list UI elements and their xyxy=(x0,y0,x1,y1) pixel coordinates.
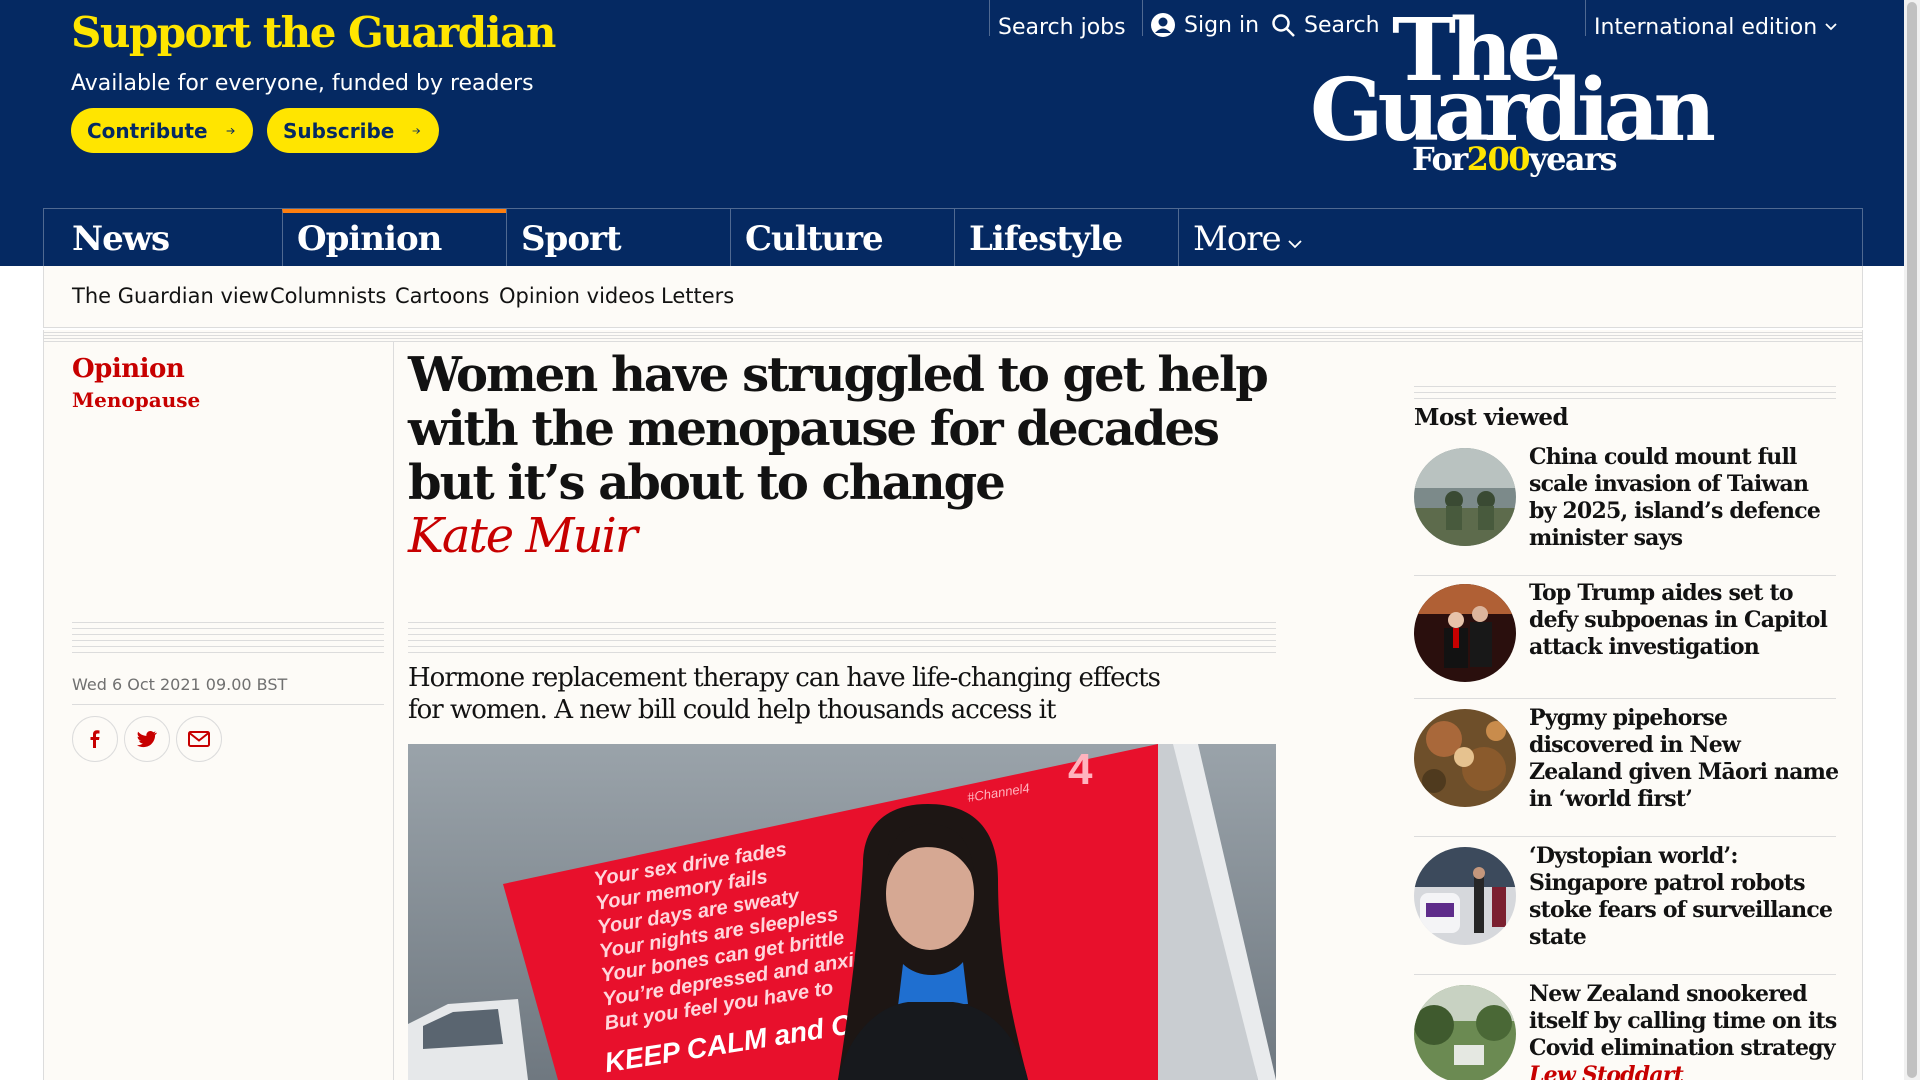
most-viewed-title: Most viewed xyxy=(1414,404,1569,431)
share-twitter-button[interactable] xyxy=(124,716,170,762)
subnav-guardian-view[interactable]: The Guardian view xyxy=(72,284,269,308)
most-viewed-headline: ‘Dystopian world’: Singapore patrol robo… xyxy=(1529,843,1833,950)
article-page: Opinion Menopause Wed 6 Oct 2021 09.00 B… xyxy=(43,342,1863,1080)
scrollbar[interactable] xyxy=(1904,0,1920,1080)
contribute-label: Contribute xyxy=(87,118,208,143)
divider xyxy=(408,622,1276,658)
divider xyxy=(43,330,1863,342)
thumbnail xyxy=(1414,448,1516,546)
sign-in-link[interactable]: Sign in xyxy=(1150,8,1259,42)
subscribe-label: Subscribe xyxy=(283,118,395,143)
divider xyxy=(72,622,384,658)
channel4-logo: 4 xyxy=(1068,745,1093,794)
most-viewed-item[interactable]: China could mount full scale invasion of… xyxy=(1414,444,1836,582)
most-viewed-headline: New Zealand snookered itself by calling … xyxy=(1529,981,1839,1080)
logo-for-200-years: For200years xyxy=(1412,140,1618,178)
pillar-nav: News Opinion Sport Culture Lifestyle Mor… xyxy=(43,208,1863,267)
arrow-right-icon xyxy=(226,127,235,134)
most-viewed-headline: Pygmy pipehorse discovered in New Zealan… xyxy=(1529,705,1839,812)
email-icon xyxy=(188,731,210,747)
thumbnail xyxy=(1414,584,1516,682)
divider xyxy=(1414,386,1836,400)
most-viewed-item[interactable]: New Zealand snookered itself by calling … xyxy=(1414,974,1839,1080)
divider xyxy=(72,704,384,705)
section-label[interactable]: Opinion xyxy=(72,354,185,384)
thumbnail xyxy=(1414,709,1516,807)
support-title: Support the Guardian xyxy=(71,8,556,57)
nav-news[interactable]: News xyxy=(44,209,268,267)
share-email-button[interactable] xyxy=(176,716,222,762)
most-viewed-item[interactable]: ‘Dystopian world’: Singapore patrol robo… xyxy=(1414,836,1836,974)
scrollbar-thumb[interactable] xyxy=(1907,2,1917,1078)
nav-lifestyle[interactable]: Lifestyle xyxy=(954,209,1178,267)
hero-image[interactable]: Your sex drive fades Your memory fails Y… xyxy=(408,744,1276,1080)
thumbnail xyxy=(1414,847,1516,945)
chevron-down-icon xyxy=(1825,23,1837,31)
standfirst: Hormone replacement therapy can have lif… xyxy=(408,663,1161,725)
twitter-icon xyxy=(137,731,157,748)
most-viewed-item[interactable]: Top Trump aides set to defy subpoenas in… xyxy=(1414,575,1836,699)
most-viewed-headline-text: New Zealand snookered itself by calling … xyxy=(1529,981,1837,1061)
article-headline: Women have struggled to get help with th… xyxy=(408,347,1269,511)
nav-culture[interactable]: Culture xyxy=(730,209,954,267)
hero-photo: Your sex drive fades Your memory fails Y… xyxy=(408,744,1276,1080)
nav-more[interactable]: More xyxy=(1178,209,1402,267)
divider xyxy=(393,342,394,1080)
author-byline[interactable]: Kate Muir xyxy=(408,508,638,564)
contribute-button[interactable]: Contribute xyxy=(71,108,253,153)
nav-more-label: More xyxy=(1193,219,1282,259)
search-jobs-link[interactable]: Search jobs xyxy=(998,10,1126,44)
subnav-letters[interactable]: Letters xyxy=(661,284,734,308)
chevron-down-icon xyxy=(1288,240,1302,249)
sign-in-label: Sign in xyxy=(1184,12,1260,38)
facebook-icon xyxy=(90,730,100,748)
article-meta-column: Opinion Menopause Wed 6 Oct 2021 09.00 B… xyxy=(44,342,393,1080)
most-viewed-byline: Lew Stoddart xyxy=(1529,1062,1684,1080)
nav-opinion[interactable]: Opinion xyxy=(282,209,506,267)
subnav-opinion-videos[interactable]: Opinion videos xyxy=(499,284,655,308)
separator xyxy=(1142,0,1143,36)
most-viewed-headline: Top Trump aides set to defy subpoenas in… xyxy=(1529,580,1828,660)
share-facebook-button[interactable] xyxy=(72,716,118,762)
opinion-subnav: The Guardian view Columnists Cartoons Op… xyxy=(43,266,1863,328)
subnav-cartoons[interactable]: Cartoons xyxy=(395,284,489,308)
masthead: Support the Guardian Available for every… xyxy=(0,0,1904,267)
guardian-logo[interactable]: The Guardian For200years xyxy=(1310,8,1740,188)
dateline: Wed 6 Oct 2021 09.00 BST xyxy=(72,675,288,694)
subscribe-button[interactable]: Subscribe xyxy=(267,108,439,153)
support-subtitle: Available for everyone, funded by reader… xyxy=(71,71,534,96)
series-label[interactable]: Menopause xyxy=(72,388,200,412)
nav-sport[interactable]: Sport xyxy=(506,209,730,267)
most-viewed-item[interactable]: Pygmy pipehorse discovered in New Zealan… xyxy=(1414,698,1839,836)
arrow-right-icon xyxy=(412,127,421,134)
most-viewed-headline: China could mount full scale invasion of… xyxy=(1529,444,1821,551)
separator xyxy=(989,0,990,36)
subnav-columnists[interactable]: Columnists xyxy=(270,284,386,308)
thumbnail xyxy=(1414,985,1516,1080)
search-icon xyxy=(1272,14,1295,37)
user-icon xyxy=(1151,13,1175,37)
